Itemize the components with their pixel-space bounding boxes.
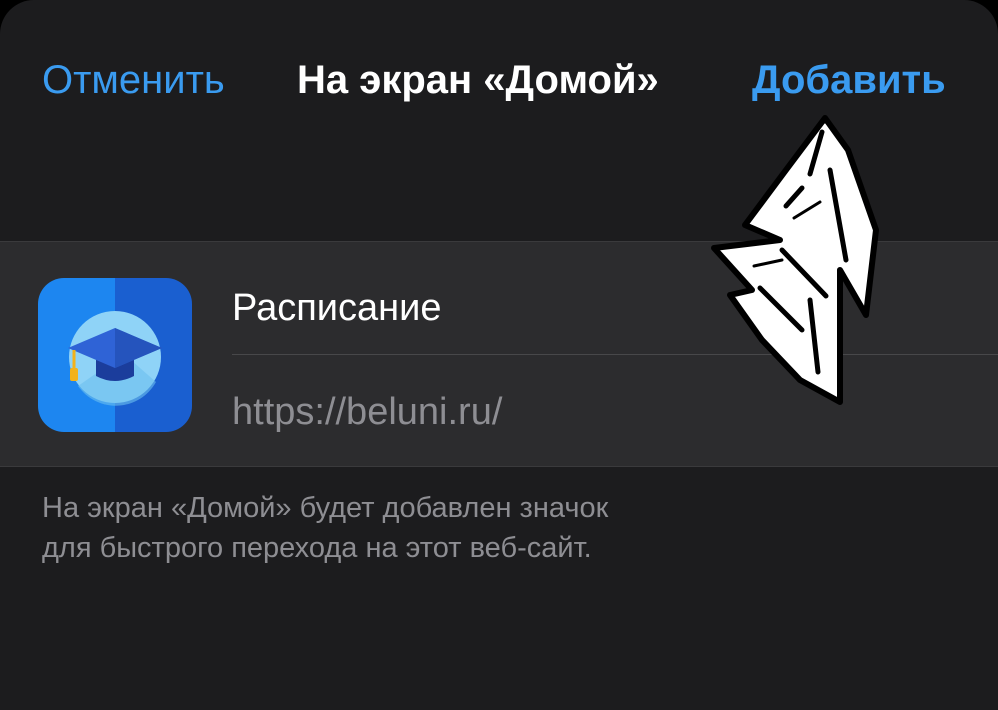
page-title: На экран «Домой» xyxy=(297,58,659,102)
footer-line: На экран «Домой» будет добавлен значок xyxy=(42,492,609,524)
footer-description: На экран «Домой» будет добавлен значок д… xyxy=(42,488,842,568)
annotation-arrow-icon xyxy=(711,115,879,405)
bookmark-url: https://beluni.ru/ xyxy=(232,391,503,433)
footer-line: для быстрого перехода на этот веб-сайт. xyxy=(42,532,592,564)
cancel-button[interactable]: Отменить xyxy=(42,56,225,104)
add-to-home-sheet: Отменить На экран «Домой» Добавить https… xyxy=(0,0,998,710)
graduation-cap-icon xyxy=(38,278,192,432)
add-button[interactable]: Добавить xyxy=(752,56,946,104)
